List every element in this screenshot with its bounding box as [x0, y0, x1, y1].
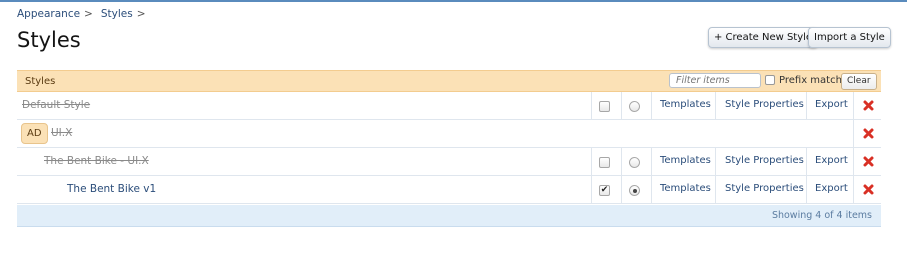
- style-properties-link[interactable]: Style Properties: [725, 99, 804, 110]
- column-divider: [651, 176, 652, 203]
- default-radio[interactable]: [629, 101, 640, 112]
- filter-items-input[interactable]: [669, 73, 761, 88]
- create-new-style-button[interactable]: + Create New Style: [708, 27, 819, 48]
- column-divider: [853, 176, 854, 203]
- breadcrumb: Appearance > Styles >: [17, 8, 154, 20]
- column-divider: [591, 148, 592, 175]
- default-radio[interactable]: [629, 185, 640, 196]
- delete-x-icon[interactable]: [862, 127, 875, 140]
- column-divider: [806, 176, 807, 203]
- page-title: Styles: [17, 28, 81, 52]
- prefix-match-label: Prefix match: [779, 75, 842, 86]
- style-name[interactable]: The Bent Bike - UI.X: [44, 155, 149, 167]
- styles-panel-header: Styles Prefix match Clear: [17, 70, 881, 92]
- breadcrumb-styles[interactable]: Styles: [101, 8, 133, 20]
- style-properties-link[interactable]: Style Properties: [725, 183, 804, 194]
- column-divider: [621, 176, 622, 203]
- column-divider: [853, 120, 854, 147]
- style-row-bent-bike-v1: The Bent Bike v1 ✔ Templates Style Prope…: [17, 176, 881, 204]
- default-radio[interactable]: [629, 157, 640, 168]
- style-name[interactable]: The Bent Bike v1: [67, 183, 156, 195]
- column-divider: [621, 148, 622, 175]
- export-link[interactable]: Export: [815, 99, 848, 110]
- page: Appearance > Styles > Styles + Create New S…: [0, 0, 907, 256]
- delete-x-icon[interactable]: [862, 99, 875, 112]
- panel-title: Styles: [25, 76, 56, 87]
- enable-checkbox[interactable]: [599, 157, 610, 168]
- style-properties-link[interactable]: Style Properties: [725, 155, 804, 166]
- column-divider: [651, 92, 652, 119]
- column-divider: [715, 148, 716, 175]
- templates-link[interactable]: Templates: [660, 183, 711, 194]
- showing-count: Showing 4 of 4 items: [771, 210, 872, 221]
- delete-x-icon[interactable]: [862, 183, 875, 196]
- style-row-uix: AD UI.X: [17, 120, 881, 148]
- breadcrumb-appearance[interactable]: Appearance: [17, 8, 80, 20]
- column-divider: [715, 176, 716, 203]
- export-link[interactable]: Export: [815, 183, 848, 194]
- list-footer: Showing 4 of 4 items: [17, 205, 881, 227]
- column-divider: [853, 148, 854, 175]
- style-name[interactable]: UI.X: [51, 127, 72, 139]
- import-style-button[interactable]: Import a Style: [808, 27, 891, 48]
- enable-checkbox[interactable]: ✔: [599, 185, 610, 196]
- column-divider: [591, 92, 592, 119]
- column-divider: [806, 92, 807, 119]
- breadcrumb-separator: >: [136, 8, 146, 20]
- column-divider: [806, 148, 807, 175]
- export-link[interactable]: Export: [815, 155, 848, 166]
- style-name[interactable]: Default Style: [22, 99, 90, 111]
- column-divider: [651, 148, 652, 175]
- prefix-match-checkbox[interactable]: [765, 75, 775, 85]
- column-divider: [853, 92, 854, 119]
- column-divider: [621, 92, 622, 119]
- clear-filter-button[interactable]: Clear: [841, 73, 877, 90]
- style-row-bent-bike-uix: The Bent Bike - UI.X Templates Style Pro…: [17, 148, 881, 176]
- breadcrumb-separator: >: [84, 8, 93, 20]
- enable-checkbox[interactable]: [599, 101, 610, 112]
- delete-x-icon[interactable]: [862, 155, 875, 168]
- style-row-default: Default Style Templates Style Properties…: [17, 92, 881, 120]
- column-divider: [715, 92, 716, 119]
- templates-link[interactable]: Templates: [660, 99, 711, 110]
- templates-link[interactable]: Templates: [660, 155, 711, 166]
- ad-badge: AD: [21, 123, 48, 144]
- column-divider: [591, 176, 592, 203]
